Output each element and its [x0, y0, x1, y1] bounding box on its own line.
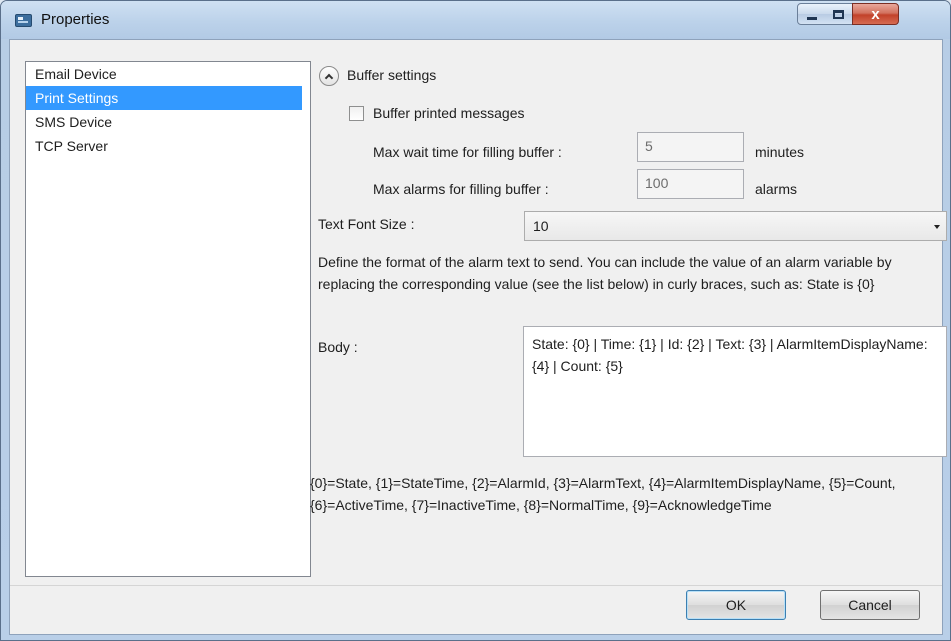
title-bar[interactable]: Properties x	[1, 1, 950, 39]
buffer-printed-messages-checkbox[interactable]	[349, 106, 364, 121]
maximize-icon	[833, 9, 844, 19]
maximize-button[interactable]	[825, 3, 853, 25]
properties-app-icon	[15, 14, 32, 27]
close-button[interactable]: x	[852, 3, 899, 25]
dropdown-arrow-icon	[934, 225, 940, 229]
body-textarea[interactable]: State: {0} | Time: {1} | Id: {2} | Text:…	[523, 326, 947, 457]
list-item-print-settings[interactable]: Print Settings	[26, 86, 302, 110]
max-wait-time-input[interactable]: 5	[637, 132, 744, 162]
buffer-printed-messages-label[interactable]: Buffer printed messages	[373, 105, 525, 121]
list-item-sms-device[interactable]: SMS Device	[26, 110, 310, 134]
buffer-settings-collapse-button[interactable]	[319, 66, 339, 86]
list-item-email-device[interactable]: Email Device	[26, 62, 310, 86]
cancel-button[interactable]: Cancel	[820, 590, 920, 620]
properties-window: Properties x Email Device Print Settings…	[0, 0, 951, 641]
body-label: Body :	[318, 339, 358, 355]
buffer-settings-header: Buffer settings	[347, 67, 437, 83]
dialog-client-area: Email Device Print Settings SMS Device T…	[9, 39, 947, 635]
chevron-up-icon	[324, 73, 334, 82]
close-icon: x	[871, 5, 880, 23]
settings-category-list[interactable]: Email Device Print Settings SMS Device T…	[25, 61, 311, 577]
ok-button[interactable]: OK	[686, 590, 786, 620]
footer-divider	[10, 585, 942, 586]
max-alarms-unit: alarms	[755, 181, 798, 197]
list-item-tcp-server[interactable]: TCP Server	[26, 134, 310, 158]
variable-legend: {0}=State, {1}=StateTime, {2}=AlarmId, {…	[310, 475, 896, 513]
max-alarms-label: Max alarms for filling buffer :	[373, 181, 549, 197]
window-title: Properties	[41, 11, 110, 28]
max-wait-time-unit: minutes	[755, 144, 805, 160]
max-wait-time-label: Max wait time for filling buffer :	[373, 144, 562, 160]
text-font-size-value: 10	[533, 218, 549, 234]
text-font-size-label: Text Font Size :	[318, 216, 415, 232]
minimize-icon	[806, 16, 817, 20]
format-description: Define the format of the alarm text to s…	[318, 254, 892, 292]
minimize-button[interactable]	[797, 3, 826, 25]
max-alarms-input[interactable]: 100	[637, 169, 744, 199]
text-font-size-select[interactable]: 10	[524, 211, 947, 241]
